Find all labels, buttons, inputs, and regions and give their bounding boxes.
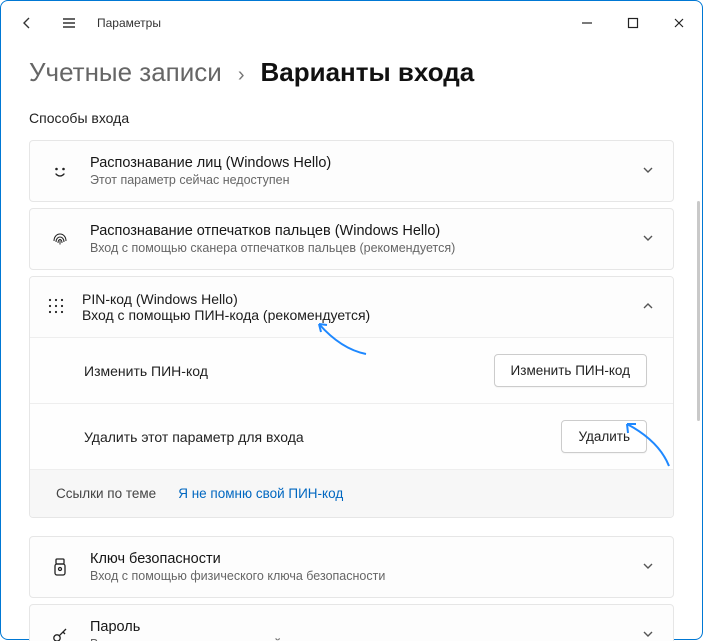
signin-option-security-key[interactable]: Ключ безопасности Вход с помощью физичес… (29, 536, 674, 598)
option-subtitle: Вход с помощью сканера отпечатков пальце… (90, 241, 625, 255)
usb-key-icon (46, 557, 74, 577)
window-close[interactable] (656, 7, 702, 39)
signin-option-pin: PIN-код (Windows Hello) Вход с помощью П… (29, 276, 674, 518)
back-button[interactable] (9, 5, 45, 41)
keypad-icon (46, 296, 66, 319)
window-maximize[interactable] (610, 7, 656, 39)
section-label: Способы входа (29, 110, 674, 126)
option-title: PIN-код (Windows Hello) (82, 291, 625, 307)
related-links-label: Ссылки по теме (56, 486, 156, 501)
signin-option-pin-header[interactable]: PIN-код (Windows Hello) Вход с помощью П… (30, 277, 673, 337)
change-pin-button[interactable]: Изменить ПИН-код (494, 354, 647, 387)
option-subtitle: Вход с помощью пароля учетной записи (90, 637, 625, 641)
chevron-down-icon (641, 231, 655, 248)
option-subtitle: Этот параметр сейчас недоступен (90, 173, 625, 187)
option-subtitle: Вход с помощью ПИН-кода (рекомендуется) (82, 307, 625, 323)
window-title: Параметры (97, 16, 161, 30)
option-subtitle: Вход с помощью физического ключа безопас… (90, 569, 625, 583)
chevron-right-icon: › (238, 64, 245, 87)
remove-pin-button[interactable]: Удалить (561, 420, 647, 453)
signin-option-password[interactable]: Пароль Вход с помощью пароля учетной зап… (29, 604, 674, 641)
option-title: Распознавание лиц (Windows Hello) (90, 155, 625, 171)
pin-remove-label: Удалить этот параметр для входа (84, 429, 304, 445)
forgot-pin-link[interactable]: Я не помню свой ПИН-код (178, 486, 343, 501)
page-title: Варианты входа (260, 57, 474, 88)
key-icon (46, 625, 74, 641)
chevron-up-icon (641, 299, 655, 316)
pin-change-row: Изменить ПИН-код Изменить ПИН-код (30, 337, 673, 403)
scrollbar[interactable] (697, 201, 700, 421)
chevron-down-icon (641, 559, 655, 576)
option-title: Распознавание отпечатков пальцев (Window… (90, 223, 625, 239)
chevron-down-icon (641, 163, 655, 180)
breadcrumb: Учетные записи › Варианты входа (29, 57, 674, 88)
breadcrumb-parent[interactable]: Учетные записи (29, 57, 222, 88)
window-minimize[interactable] (564, 7, 610, 39)
pin-change-label: Изменить ПИН-код (84, 363, 208, 379)
option-title: Пароль (90, 619, 625, 635)
pin-remove-row: Удалить этот параметр для входа Удалить (30, 403, 673, 469)
fingerprint-icon (46, 229, 74, 249)
menu-button[interactable] (51, 5, 87, 41)
related-links-row: Ссылки по теме Я не помню свой ПИН-код (30, 469, 673, 517)
option-title: Ключ безопасности (90, 551, 625, 567)
face-icon (46, 161, 74, 181)
signin-option-face[interactable]: Распознавание лиц (Windows Hello) Этот п… (29, 140, 674, 202)
signin-option-fingerprint[interactable]: Распознавание отпечатков пальцев (Window… (29, 208, 674, 270)
chevron-down-icon (641, 627, 655, 641)
